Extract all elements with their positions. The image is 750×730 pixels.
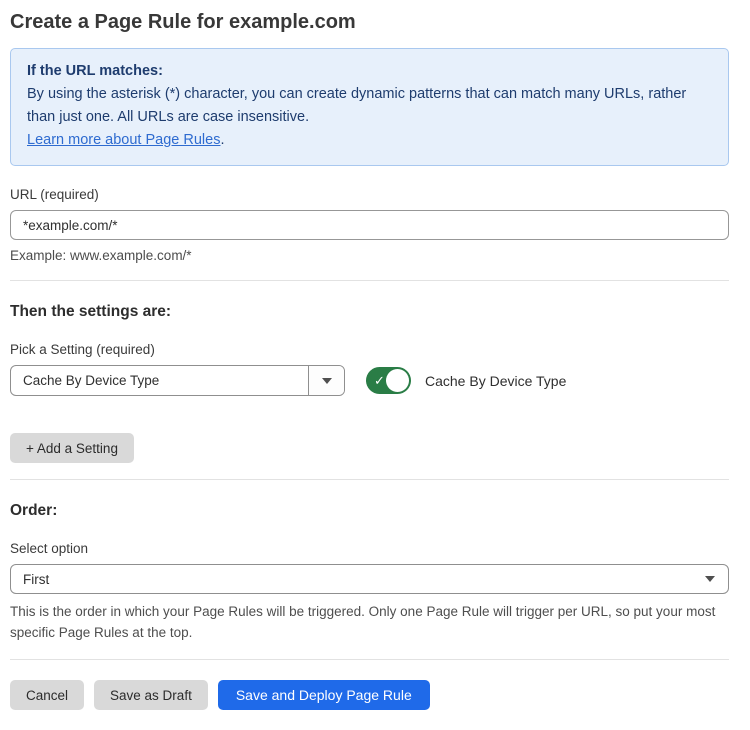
info-box-body: By using the asterisk (*) character, you… [27, 83, 712, 129]
info-box-heading: If the URL matches: [27, 60, 712, 83]
save-draft-button[interactable]: Save as Draft [94, 680, 208, 710]
order-help-text: This is the order in which your Page Rul… [10, 601, 729, 643]
setting-toggle-label: Cache By Device Type [425, 373, 566, 389]
divider [10, 280, 729, 281]
info-box-link-line: Learn more about Page Rules. [27, 129, 712, 152]
check-icon: ✓ [374, 374, 385, 387]
url-match-info-box: If the URL matches: By using the asteris… [10, 48, 729, 166]
create-page-rule-form: Create a Page Rule for example.com If th… [0, 0, 750, 730]
chevron-down-icon [705, 576, 715, 582]
toggle-knob [386, 369, 409, 392]
order-select-label: Select option [10, 541, 729, 557]
page-title: Create a Page Rule for example.com [10, 8, 729, 36]
url-example-hint: Example: www.example.com/* [10, 247, 729, 264]
save-deploy-button[interactable]: Save and Deploy Page Rule [218, 680, 430, 710]
setting-picker-label: Pick a Setting (required) [10, 342, 729, 358]
form-actions: Cancel Save as Draft Save and Deploy Pag… [10, 680, 729, 710]
divider [10, 659, 729, 660]
settings-section-heading: Then the settings are: [10, 303, 729, 321]
setting-row: Cache By Device Type ✓ Cache By Device T… [10, 365, 729, 396]
divider [10, 479, 729, 480]
setting-toggle[interactable]: ✓ [366, 367, 411, 394]
chevron-down-icon [322, 378, 332, 384]
order-select[interactable]: First [10, 564, 729, 594]
setting-picker-value: Cache By Device Type [11, 366, 308, 395]
link-suffix: . [220, 132, 224, 148]
order-select-value: First [11, 572, 692, 587]
url-input[interactable] [10, 210, 729, 240]
cancel-button[interactable]: Cancel [10, 680, 84, 710]
setting-picker-dropdown-button[interactable] [308, 366, 344, 395]
learn-more-link[interactable]: Learn more about Page Rules [27, 132, 220, 148]
url-field-label: URL (required) [10, 187, 729, 203]
order-section-heading: Order: [10, 502, 729, 520]
setting-picker-select[interactable]: Cache By Device Type [10, 365, 345, 396]
order-select-caret-wrap [692, 576, 728, 582]
add-setting-button[interactable]: + Add a Setting [10, 433, 134, 463]
